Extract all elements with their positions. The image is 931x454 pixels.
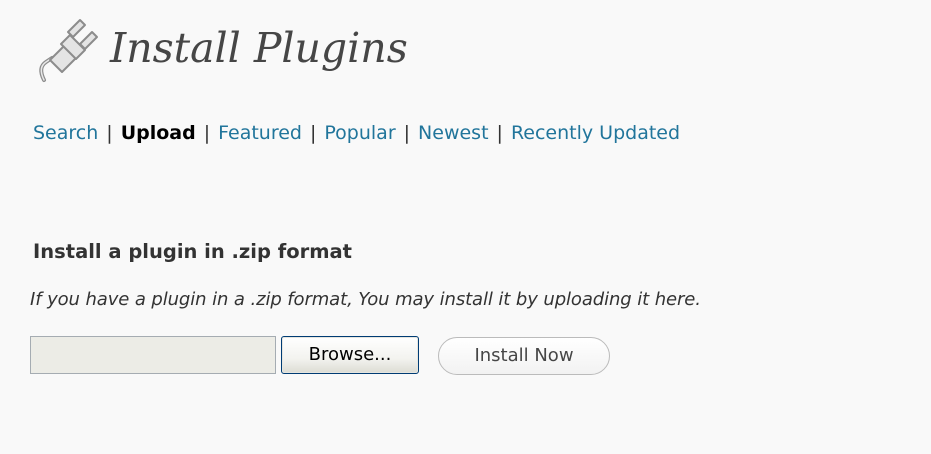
upload-description: If you have a plugin in a .zip format, Y… — [30, 289, 701, 310]
install-now-button[interactable]: Install Now — [438, 337, 610, 375]
page-title: Install Plugins — [110, 24, 408, 72]
plugin-install-subnav: Search | Upload | Featured | Popular | Newest | Re… — [33, 120, 680, 146]
subnav-separator: | — [309, 122, 317, 144]
subnav-recently-updated[interactable]: Recently Updated — [511, 122, 680, 144]
subnav-separator: | — [203, 122, 211, 144]
plugin-plug-icon — [39, 19, 98, 82]
subnav-separator: | — [496, 122, 503, 144]
browse-button[interactable]: Browse... — [281, 336, 419, 374]
plugin-zip-file-field[interactable] — [30, 336, 276, 374]
install-plugins-page: Install Plugins Search | Upload | Featured | P… — [0, 0, 931, 454]
subnav-upload[interactable]: Upload — [121, 122, 196, 144]
subnav-search[interactable]: Search — [33, 122, 98, 144]
upload-section-title: Install a plugin in .zip format — [33, 240, 353, 263]
subnav-featured[interactable]: Featured — [218, 122, 302, 144]
subnav-newest[interactable]: Newest — [418, 122, 488, 144]
subnav-popular[interactable]: Popular — [324, 122, 395, 144]
subnav-separator: | — [403, 122, 411, 144]
subnav-separator: | — [106, 122, 113, 144]
